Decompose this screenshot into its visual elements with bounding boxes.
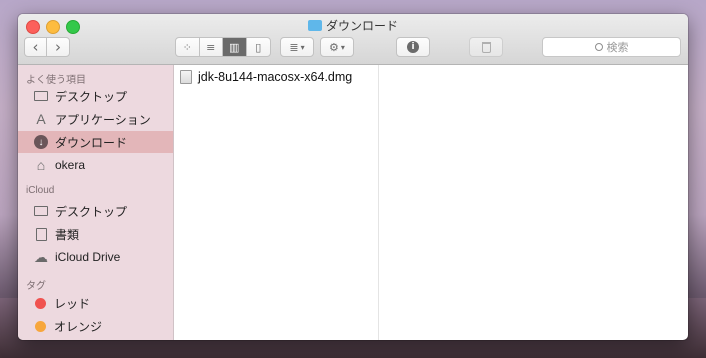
sidebar-item-applications[interactable]: A アプリケーション [18, 108, 173, 130]
sidebar-item-label: デスクトップ [55, 204, 128, 219]
icon-view-icon: ⁘ [182, 40, 192, 54]
icloud-header: iCloud [26, 185, 55, 196]
sidebar-item-label: ダウンロード [55, 135, 128, 150]
gallery-view-button[interactable]: ▯ [247, 38, 270, 56]
column-view-icon: ▥ [229, 40, 240, 54]
sidebar-item-documents[interactable]: 書類 [18, 223, 173, 245]
desktop-icon [33, 203, 49, 219]
home-icon: ⌂ [36, 157, 46, 173]
red-tag-icon [35, 297, 46, 309]
title-bar: ダウンロード ‹ › ⁘ ≡ ▥ ▯ ≣ ▾ ⚙ ▾ i 検索 [18, 14, 688, 65]
folder-icon [307, 20, 322, 31]
gear-icon: ⚙ [329, 40, 339, 54]
file-column: jdk-8u144-macosx-x64.dmg [174, 65, 379, 340]
back-icon: ‹ [32, 38, 39, 56]
file-item[interactable]: jdk-8u144-macosx-x64.dmg [180, 68, 352, 86]
tags-header: タグ [26, 281, 46, 292]
orange-tag-icon [35, 320, 46, 332]
sidebar-item-home[interactable]: ⌂ okera [18, 154, 173, 176]
nav-buttons: ‹ › [24, 37, 70, 57]
gallery-view-icon: ▯ [255, 40, 262, 54]
window-title: ダウンロード [18, 17, 688, 34]
get-info-button[interactable]: i [396, 37, 430, 57]
sidebar-item-desktop[interactable]: デスクトップ [18, 85, 173, 107]
info-icon: i [407, 41, 419, 53]
action-button[interactable]: ⚙ ▾ [320, 37, 354, 57]
sidebar-item-downloads[interactable]: ↓ ダウンロード [18, 131, 173, 153]
finder-window: ダウンロード ‹ › ⁘ ≡ ▥ ▯ ≣ ▾ ⚙ ▾ i 検索 よく使う項目 デスク [18, 14, 688, 340]
icon-view-button[interactable]: ⁘ [176, 38, 200, 56]
list-view-icon: ≡ [206, 40, 216, 54]
trash-icon [481, 41, 491, 53]
sidebar-item-label: iCloud Drive [55, 250, 121, 264]
sidebar-item-label: デスクトップ [55, 89, 128, 104]
sidebar-item-label: レッド [54, 296, 91, 311]
view-mode-control: ⁘ ≡ ▥ ▯ [175, 37, 271, 57]
file-name: jdk-8u144-macosx-x64.dmg [198, 70, 353, 84]
cloud-icon: ☁ [34, 248, 48, 265]
forward-icon: › [55, 38, 61, 56]
search-input[interactable]: 検索 [542, 37, 681, 57]
sidebar-item-tag-orange[interactable]: オレンジ [18, 315, 173, 337]
forward-button[interactable]: › [47, 38, 69, 56]
search-placeholder: 検索 [606, 42, 629, 54]
back-button[interactable]: ‹ [25, 38, 48, 56]
sidebar-item-icloud-desktop[interactable]: デスクトップ [18, 200, 173, 222]
sidebar-item-label: 書類 [55, 227, 80, 242]
desktop-icon [33, 88, 49, 104]
sidebar-item-label: オレンジ [54, 319, 103, 334]
chevron-down-icon: ▾ [300, 42, 305, 52]
list-view-button[interactable]: ≡ [200, 38, 223, 56]
trash-button[interactable] [469, 37, 503, 57]
downloads-icon: ↓ [33, 134, 49, 150]
arrange-icon: ≣ [289, 40, 299, 54]
column-view-button[interactable]: ▥ [223, 38, 247, 56]
window-title-text: ダウンロード [325, 19, 398, 33]
dmg-file-icon [180, 70, 192, 84]
chevron-down-icon: ▾ [340, 42, 345, 52]
applications-icon: A [36, 111, 46, 127]
sidebar-item-label: アプリケーション [55, 112, 151, 127]
sidebar-item-label: okera [55, 158, 86, 172]
search-icon [594, 43, 603, 51]
documents-icon [33, 226, 49, 242]
favorites-header: よく使う項目 [26, 75, 86, 86]
sidebar-item-tag-red[interactable]: レッド [18, 292, 173, 314]
sidebar-item-icloud-drive[interactable]: ☁ iCloud Drive [18, 246, 173, 268]
arrange-button[interactable]: ≣ ▾ [280, 37, 314, 57]
sidebar: よく使う項目 デスクトップ A アプリケーション ↓ ダウンロード ⌂ oker… [18, 65, 174, 340]
